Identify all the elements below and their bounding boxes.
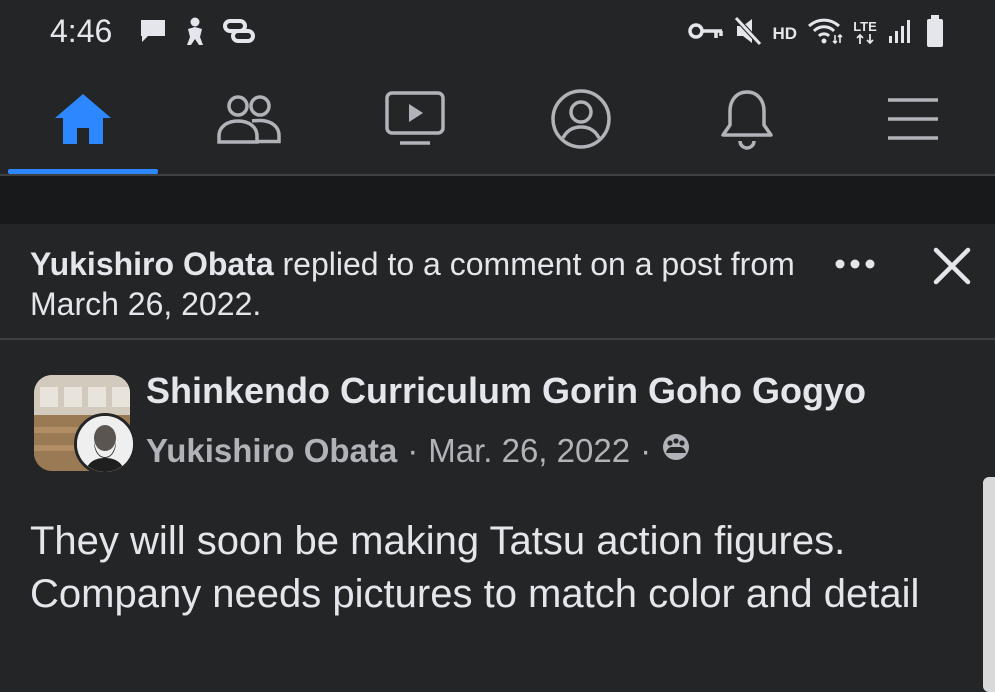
- tab-friends[interactable]: [174, 68, 324, 174]
- group-name[interactable]: Shinkendo Curriculum Gorin Goho Gogyo: [146, 370, 866, 412]
- link-icon: [222, 17, 256, 50]
- meta-separator: ·: [640, 432, 652, 469]
- close-icon[interactable]: [932, 246, 972, 291]
- bell-icon: [719, 88, 775, 155]
- tab-notifications[interactable]: [672, 68, 822, 174]
- scrollbar[interactable]: [983, 477, 995, 692]
- friends-icon: [216, 92, 282, 151]
- figure-icon: [182, 16, 208, 51]
- tab-home[interactable]: [8, 68, 158, 174]
- more-options-icon[interactable]: [832, 254, 878, 274]
- mute-icon: [734, 16, 763, 51]
- notice-text: Yukishiro Obata replied to a comment on …: [30, 244, 810, 324]
- post-body: They will soon be making Tatsu action fi…: [30, 519, 920, 616]
- meta-separator: ·: [407, 432, 419, 469]
- home-icon: [52, 91, 114, 152]
- top-nav-bar: [0, 68, 995, 176]
- avatar[interactable]: [74, 413, 136, 475]
- wifi-icon: [807, 17, 843, 50]
- section-divider: [0, 176, 995, 224]
- message-icon: [138, 17, 168, 50]
- post-meta: Yukishiro Obata · Mar. 26, 2022 ·: [146, 432, 691, 470]
- status-bar: 4:46 HD LTE: [0, 0, 995, 68]
- signal-icon: [887, 17, 915, 50]
- tab-profile[interactable]: [506, 68, 656, 174]
- tab-menu[interactable]: [838, 68, 988, 174]
- status-time: 4:46: [50, 13, 113, 49]
- status-left-icons: [138, 16, 256, 51]
- reply-notice[interactable]: Yukishiro Obata replied to a comment on …: [0, 224, 995, 340]
- battery-icon: [925, 14, 945, 53]
- hd-label: HD: [772, 23, 797, 43]
- post-date[interactable]: Mar. 26, 2022: [428, 432, 630, 470]
- active-tab-indicator: [8, 169, 158, 174]
- status-right-icons: HD LTE: [688, 14, 945, 53]
- profile-icon: [549, 87, 613, 156]
- post: Shinkendo Curriculum Gorin Goho Gogyo Yu…: [0, 340, 995, 692]
- tab-watch[interactable]: [340, 68, 490, 174]
- group-privacy-icon: [661, 432, 691, 470]
- video-icon: [384, 90, 446, 153]
- lte-label: LTE: [853, 19, 877, 34]
- notice-actor[interactable]: Yukishiro Obata: [30, 246, 274, 282]
- post-author[interactable]: Yukishiro Obata: [146, 432, 397, 470]
- key-icon: [688, 20, 724, 47]
- lte-indicator: LTE: [853, 20, 877, 47]
- menu-icon: [884, 95, 942, 148]
